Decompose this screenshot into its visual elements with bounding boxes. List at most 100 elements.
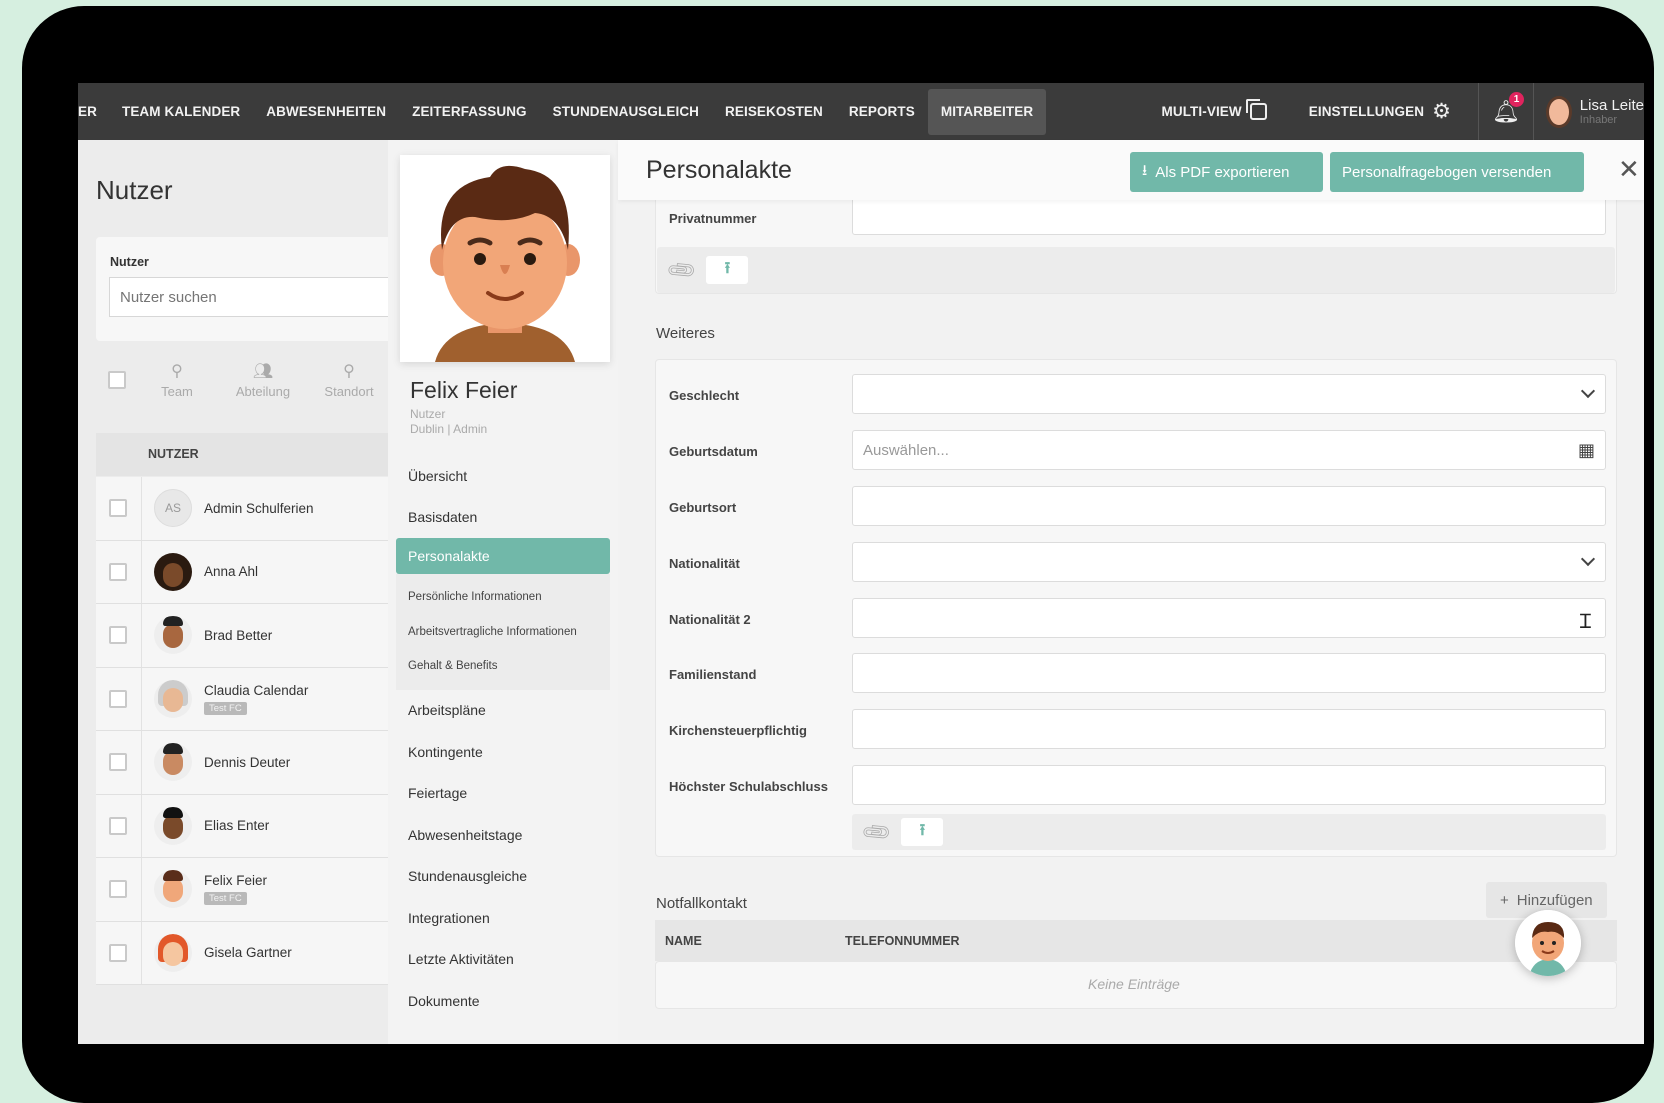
row-checkbox[interactable] [109,626,127,645]
add-contact-label: Hinzufügen [1516,891,1593,909]
nav-item-stundenausgleich[interactable]: STUNDENAUSGLEICH [540,89,712,135]
nav-item-abwesenheiten[interactable]: ABWESENHEITEN [253,89,399,135]
avatar [154,743,192,782]
column-header-name[interactable]: NAME [665,934,702,948]
filter-abteilung[interactable]: 👥︎ Abteilung [228,361,298,399]
row-checkbox[interactable] [109,562,127,581]
notification-badge: 1 [1509,92,1524,107]
filter-team[interactable]: ⚲ Team [142,361,212,399]
table-row[interactable]: Dennis Deuter [96,731,406,795]
nationalitaet2-label: Nationalität 2 [669,612,751,627]
nationalitaet-select[interactable] [852,542,1606,582]
menu-item-dokumente[interactable]: Dokumente [388,980,618,1022]
paperclip-icon[interactable]: 📎︎ [859,814,895,849]
geschlecht-select[interactable] [852,374,1606,414]
nav-right: MULTI-VIEW EINSTELLUNGEN ⚙ 🔔︎ 1 Lisa Lei… [1149,83,1644,140]
column-header-telefonnummer[interactable]: TELEFONNUMMER [845,934,960,948]
table-row[interactable]: AS Admin Schulferien [96,477,406,541]
kirchensteuer-input[interactable] [852,709,1606,749]
location-pin-icon: ⚲ [343,363,355,380]
menu-item-stundenausgleiche[interactable]: Stundenausgleiche [388,856,618,898]
menu-item-abwesenheitstage[interactable]: Abwesenheitstage [388,814,618,856]
panel-header: Personalakte ⭳ Als PDF exportieren Perso… [618,140,1644,200]
user-role: Inhaber [1579,114,1618,126]
familienstand-input[interactable] [852,653,1606,693]
row-checkbox[interactable] [109,880,127,899]
nav-item-reports[interactable]: REPORTS [836,89,928,135]
user-name: Brad Better [204,627,273,643]
close-icon[interactable]: ✕ [1618,154,1640,185]
row-checkbox[interactable] [109,753,127,772]
privatnummer-input[interactable] [852,195,1606,235]
upload-button[interactable]: ⭱ [901,818,944,846]
submenu-item-arbeitsvertragliche-informationen[interactable]: Arbeitsvertragliche Informationen [396,615,610,650]
nav-item-mitarbeiter[interactable]: MITARBEITER [927,88,1047,135]
column-header-nutzer[interactable]: NUTZER [96,433,406,476]
menu-item-kontingente[interactable]: Kontingente [388,731,618,773]
submenu-item-gehalt-benefits[interactable]: Gehalt & Benefits [396,649,610,684]
nav-item-er[interactable]: ER [78,89,109,135]
export-pdf-button[interactable]: ⭳ Als PDF exportieren [1130,152,1323,192]
team-icon: ⚲ [171,363,183,380]
avatar [154,616,192,655]
table-row[interactable]: Felix Feier Test FC [96,858,406,922]
support-chat-button[interactable] [1515,910,1581,976]
row-checkbox[interactable] [109,499,127,518]
send-questionnaire-button[interactable]: Personalfragebogen versenden [1330,152,1584,192]
table-row[interactable]: Gisela Gartner [96,921,406,985]
user-name-with-tag: Claudia Calendar Test FC [204,683,308,715]
attachment-bar: 📎︎ ⭱ [852,814,1606,850]
paperclip-icon[interactable]: 📎︎ [664,252,700,287]
user-rows: AS Admin Schulferien Anna Ahl Brad Bette… [96,477,406,985]
menu-item-personalakte[interactable]: Personalakte [396,538,610,574]
notifications-button[interactable]: 🔔︎ 1 [1478,83,1534,140]
nav-item-zeiterfassung[interactable]: ZEITERFASSUNG [399,89,540,135]
row-checkbox[interactable] [109,816,127,835]
user-name-with-tag: Felix Feier Test FC [204,873,267,906]
row-divider [141,858,142,921]
multiview-button[interactable]: MULTI-VIEW [1149,89,1280,135]
row-divider [141,604,142,667]
calendar-icon[interactable]: ▦ [1578,440,1595,461]
menu-item-uebersicht[interactable]: Übersicht [388,455,618,497]
geburtsdatum-label: Geburtsdatum [669,444,758,459]
geburtsort-input[interactable] [852,486,1606,526]
profile-role: Nutzer [410,407,446,421]
menu-item-basisdaten[interactable]: Basisdaten [388,497,618,539]
table-row[interactable]: Elias Enter [96,794,406,858]
nationalitaet2-select[interactable]: Ɪ [852,598,1606,638]
table-row[interactable]: Brad Better [96,604,406,668]
menu-item-letzte-aktivitaeten[interactable]: Letzte Aktivitäten [388,939,618,981]
row-checkbox[interactable] [109,943,127,962]
familienstand-label: Familienstand [669,667,757,682]
settings-button[interactable]: EINSTELLUNGEN ⚙ [1296,89,1464,135]
geburtsdatum-input[interactable]: Auswählen... ▦ [852,430,1606,470]
attachment-bar: 📎︎ ⭱ [657,247,1615,293]
menu-item-integrationen[interactable]: Integrationen [388,897,618,939]
select-all-checkbox[interactable] [108,371,126,389]
user-menu[interactable]: Lisa Leite Inhaber [1534,95,1644,128]
schulabschluss-input[interactable] [852,765,1606,805]
submenu-item-persoenliche-informationen[interactable]: Persönliche Informationen [396,580,610,615]
table-row[interactable]: Anna Ahl [96,540,406,604]
profile-location: Dublin | Admin [410,422,488,436]
menu-item-arbeitsplaene[interactable]: Arbeitspläne [388,690,618,732]
app-screen: ER TEAM KALENDER ABWESENHEITEN ZEITERFAS… [78,83,1644,1044]
filter-standort[interactable]: ⚲ Standort [314,361,384,399]
table-row[interactable]: Claudia Calendar Test FC [96,667,406,731]
row-divider [141,921,142,984]
nav-item-team-kalender[interactable]: TEAM KALENDER [109,89,253,135]
filter-standort-label: Standort [324,384,374,399]
search-input[interactable] [109,277,399,317]
user-name: Admin Schulferien [204,500,314,516]
nav-item-reisekosten[interactable]: REISEKOSTEN [712,89,836,135]
avatar [154,552,192,591]
menu-item-feiertage[interactable]: Feiertage [388,773,618,815]
personalakte-panel: Personalakte ⭳ Als PDF exportieren Perso… [618,140,1644,1044]
group-icon: 👥︎ [252,363,274,380]
status-badge: Test FC [204,892,247,906]
row-checkbox[interactable] [109,689,127,708]
upload-button[interactable]: ⭱ [706,256,749,284]
row-divider [141,667,142,730]
profile-name: Felix Feier [410,377,518,403]
